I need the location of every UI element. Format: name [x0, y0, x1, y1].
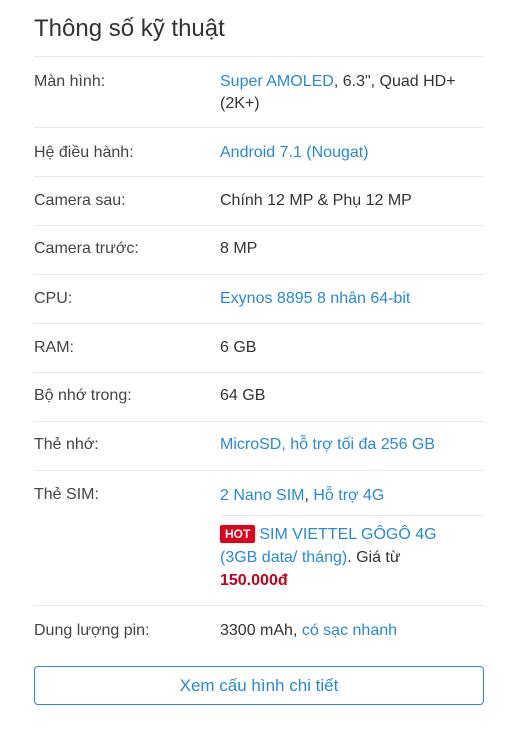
spec-label: Hệ điều hành: [34, 144, 134, 161]
spec-row-front-camera: Camera trước: 8 MP [34, 225, 484, 274]
os-link[interactable]: Android 7.1 (Nougat) [220, 144, 369, 161]
section-title: Thông số kỹ thuật [34, 15, 225, 42]
sim-promo: HOT SIM VIETTEL GÔGÔ 4G (3GB data/ tháng)… [220, 525, 437, 589]
cpu-link[interactable]: Exynos 8895 8 nhân 64-bit [220, 290, 410, 307]
spec-label: Dung lượng pin: [34, 622, 150, 639]
sim-type-link[interactable]: 2 Nano SIM [220, 487, 304, 504]
spec-value: 64 GB [220, 387, 266, 404]
spec-label: Camera sau: [34, 192, 126, 209]
spec-row-storage: Bộ nhớ trong: 64 GB [34, 372, 484, 421]
spec-row-sim: Thẻ SIM: 2 Nano SIM, Hỗ trợ 4G HOT SIM VI… [34, 470, 484, 605]
spec-label: Thẻ SIM: [34, 486, 99, 503]
spec-row-cpu: CPU: Exynos 8895 8 nhân 64-bit [34, 274, 484, 323]
divider [220, 515, 484, 516]
spec-row-rear-camera: Camera sau: Chính 12 MP & Phụ 12 MP [34, 176, 484, 225]
spec-value: 3300 mAh, có sạc nhanh [220, 622, 398, 639]
spec-row-os: Hệ điều hành: Android 7.1 (Nougat) [34, 127, 484, 176]
spec-row-memory-card: Thẻ nhớ: MicroSD, hỗ trợ tối đa 256 GB [34, 421, 484, 470]
spec-label: Màn hình: [34, 73, 106, 90]
screen-tech-link[interactable]: Super AMOLED [220, 73, 334, 90]
view-detail-specs-button[interactable]: Xem cấu hình chi tiết [34, 666, 484, 705]
spec-label: RAM: [34, 339, 74, 356]
spec-value: Chính 12 MP & Phụ 12 MP [220, 192, 412, 209]
specs-panel: Thông số kỹ thuật Màn hình: Super AMOLED… [0, 0, 525, 731]
spec-label: CPU: [34, 290, 73, 307]
spec-value: Android 7.1 (Nougat) [220, 142, 480, 164]
spec-value: 2 Nano SIM, Hỗ trợ 4G [220, 487, 385, 504]
promo-price: 150.000đ [220, 572, 288, 589]
spec-value: Super AMOLED, 6.3", Quad HD+ (2K+) [220, 73, 456, 112]
spec-row-battery: Dung lượng pin: 3300 mAh, có sạc nhanh [34, 605, 484, 654]
spec-label: Thẻ nhớ: [34, 436, 99, 453]
sim-4g-link[interactable]: Hỗ trợ 4G [313, 487, 384, 504]
spec-value: MicroSD, hỗ trợ tối đa 256 GB [220, 434, 480, 456]
spec-row-ram: RAM: 6 GB [34, 323, 484, 372]
spec-value: 6 GB [220, 339, 257, 356]
hot-badge: HOT [220, 525, 256, 543]
spec-label: Bộ nhớ trong: [34, 387, 132, 404]
spec-label: Camera trước: [34, 240, 139, 257]
fast-charge-link[interactable]: có sạc nhanh [302, 622, 397, 639]
spec-row-screen: Màn hình: Super AMOLED, 6.3", Quad HD+ (… [34, 56, 484, 127]
memory-card-link[interactable]: MicroSD, hỗ trợ tối đa 256 GB [220, 436, 435, 453]
spec-value: Exynos 8895 8 nhân 64-bit [220, 288, 480, 310]
spec-value: 8 MP [220, 240, 258, 257]
